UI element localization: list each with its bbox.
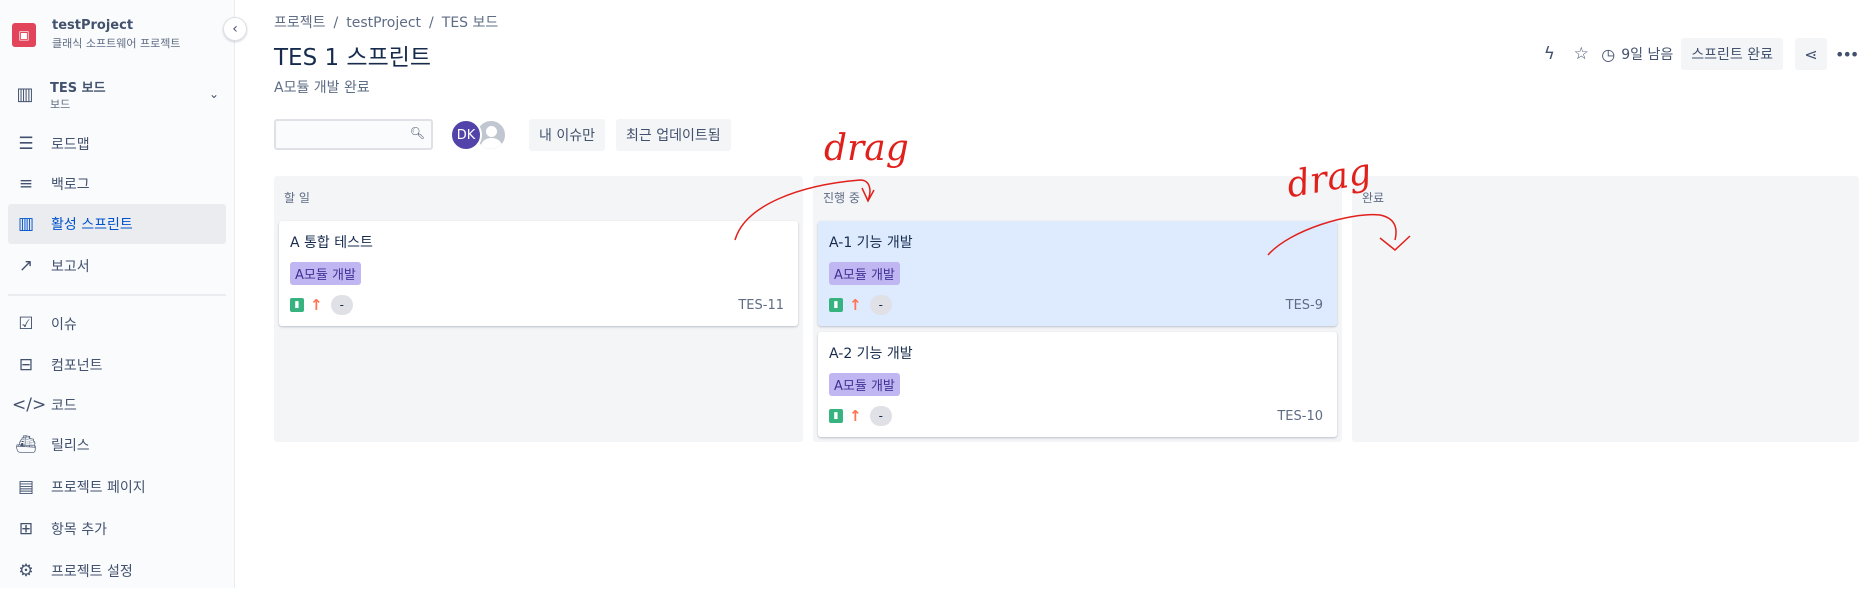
issue-card[interactable]: A 통합 테스트 A모듈 개발 ▮ ↑ - TES-11: [279, 221, 798, 326]
sidebar-item-backlog[interactable]: ≡ 백로그: [8, 164, 226, 204]
issue-key[interactable]: TES-11: [738, 298, 784, 313]
column-todo: 할 일 A 통합 테스트 A모듈 개발 ▮ ↑ - TES-11: [274, 176, 803, 442]
issue-key[interactable]: TES-10: [1277, 409, 1323, 424]
column-title: 진행 중: [823, 191, 860, 205]
board-icon: ▥: [16, 83, 34, 105]
estimate-badge: -: [869, 406, 892, 426]
project-header[interactable]: ▣ testProject 클래식 소프트웨어 프로젝트: [12, 18, 180, 51]
epic-label: A모듈 개발: [290, 262, 361, 285]
complete-sprint-button[interactable]: 스프린트 완료: [1681, 38, 1783, 70]
sprint-goal: A모듈 개발 완료: [274, 80, 370, 96]
sidebar-item-roadmap[interactable]: ☰ 로드맵: [8, 124, 226, 164]
header-actions: ϟ ☆ ◷ 9일 남음 스프린트 완료 ⋖ •••: [1533, 37, 1859, 71]
sidebar-item-project-settings[interactable]: ⚙ 프로젝트 설정: [8, 551, 226, 591]
sidebar-divider: [8, 294, 226, 296]
priority-high-icon: ↑: [310, 296, 323, 314]
sidebar-item-components[interactable]: ⊟ 컴포넌트: [8, 345, 226, 385]
estimate-badge: -: [869, 295, 892, 315]
sidebar-item-label: 보고서: [51, 259, 90, 275]
board-subtitle: 보드: [50, 97, 71, 111]
column-title: 할 일: [284, 191, 310, 205]
issue-card[interactable]: A-2 기능 개발 A모듈 개발 ▮ ↑ - TES-10: [818, 332, 1337, 437]
issue-card[interactable]: A-1 기능 개발 A모듈 개발 ▮ ↑ - TES-9: [818, 221, 1337, 326]
roadmap-icon: ☰: [18, 134, 34, 154]
sidebar-item-project-pages[interactable]: ▤ 프로젝트 페이지: [8, 467, 226, 507]
sidebar-item-label: 백로그: [51, 177, 90, 193]
column-title: 완료: [1362, 191, 1385, 205]
card-title: A 통합 테스트: [290, 235, 373, 251]
story-icon: ▮: [290, 298, 304, 312]
sidebar-item-releases[interactable]: ⛴ 릴리스: [8, 425, 226, 465]
share-icon: ⋖: [1804, 44, 1818, 64]
sidebar-item-add-item[interactable]: ⊞ 항목 추가: [8, 509, 226, 549]
avatar[interactable]: DK: [450, 119, 482, 151]
estimate-badge: -: [330, 295, 353, 315]
only-my-issues-button[interactable]: 내 이슈만: [529, 119, 605, 151]
backlog-icon: ≡: [18, 174, 34, 194]
card-title: A-1 기능 개발: [829, 235, 913, 251]
components-icon: ⊟: [18, 355, 34, 375]
sidebar-item-label: 이슈: [51, 317, 77, 333]
chevron-left-icon: ‹: [232, 21, 238, 37]
sidebar-item-label: 프로젝트 설정: [51, 564, 133, 580]
sidebar-item-label: 컴포넌트: [51, 358, 103, 374]
page-title: TES 1 스프린트: [274, 45, 432, 71]
column-done: 완료: [1352, 176, 1859, 442]
project-sidebar: ▣ testProject 클래식 소프트웨어 프로젝트 ▥ TES 보드 보드…: [0, 0, 235, 588]
sidebar-item-label: 프로젝트 페이지: [51, 480, 146, 496]
add-item-icon: ⊞: [18, 519, 34, 539]
automation-lightning-icon[interactable]: ϟ: [1533, 38, 1565, 70]
board-selector[interactable]: ▥ TES 보드 보드 ⌄: [10, 74, 225, 114]
star-icon[interactable]: ☆: [1565, 38, 1597, 70]
search-icon: 🔍︎: [409, 126, 425, 140]
more-icon: •••: [1835, 44, 1859, 64]
days-remaining: ◷ 9일 남음: [1601, 44, 1673, 64]
sidebar-item-label: 활성 스프린트: [51, 217, 133, 233]
project-name: testProject: [52, 18, 134, 33]
sidebar-item-reports[interactable]: ↗ 보고서: [8, 246, 226, 286]
share-button[interactable]: ⋖: [1795, 38, 1827, 70]
board-title: TES 보드: [50, 80, 106, 96]
sidebar-item-label: 항목 추가: [51, 522, 107, 538]
issue-key[interactable]: TES-9: [1286, 298, 1323, 313]
card-title: A-2 기능 개발: [829, 346, 913, 362]
issues-icon: ☑: [18, 314, 34, 334]
gear-icon: ⚙: [18, 561, 34, 581]
column-in-progress: 진행 중 A-1 기능 개발 A모듈 개발 ▮ ↑ - TES-9 A-2 기능…: [813, 176, 1342, 442]
page-icon: ▤: [17, 477, 35, 497]
more-actions-button[interactable]: •••: [1835, 38, 1859, 70]
clock-icon: ◷: [1601, 44, 1616, 64]
breadcrumb-project[interactable]: testProject: [346, 15, 421, 31]
search-input[interactable]: 🔍︎: [274, 119, 433, 150]
story-icon: ▮: [829, 298, 843, 312]
project-avatar-icon: ▣: [12, 22, 36, 47]
collapse-sidebar-button[interactable]: ‹: [223, 17, 247, 41]
sidebar-item-label: 릴리스: [51, 438, 90, 454]
priority-high-icon: ↑: [849, 407, 862, 425]
days-remaining-label: 9일 남음: [1621, 47, 1674, 63]
epic-label: A모듈 개발: [829, 262, 900, 285]
recently-updated-button[interactable]: 최근 업데이트됨: [616, 119, 731, 151]
sidebar-item-label: 로드맵: [51, 137, 90, 153]
sidebar-item-issues[interactable]: ☑ 이슈: [8, 304, 226, 344]
breadcrumb-board[interactable]: TES 보드: [442, 15, 499, 31]
board-columns-icon: ▥: [17, 214, 35, 234]
breadcrumb-projects[interactable]: 프로젝트: [274, 15, 326, 31]
releases-ship-icon: ⛴: [15, 435, 37, 455]
code-icon: </>: [12, 395, 47, 415]
sidebar-item-label: 코드: [51, 398, 77, 414]
chevron-down-icon: ⌄: [208, 87, 219, 101]
priority-high-icon: ↑: [849, 296, 862, 314]
sidebar-item-active-sprint[interactable]: ▥ 활성 스프린트: [8, 204, 226, 244]
breadcrumb: 프로젝트 / testProject / TES 보드: [274, 15, 499, 31]
sidebar-item-code[interactable]: </> 코드: [8, 385, 226, 425]
reports-chart-icon: ↗: [18, 256, 34, 276]
epic-label: A모듈 개발: [829, 373, 900, 396]
story-icon: ▮: [829, 409, 843, 423]
project-type: 클래식 소프트웨어 프로젝트: [52, 37, 181, 50]
board-main: 프로젝트 / testProject / TES 보드 TES 1 스프린트 A모듈 개…: [236, 0, 1859, 588]
